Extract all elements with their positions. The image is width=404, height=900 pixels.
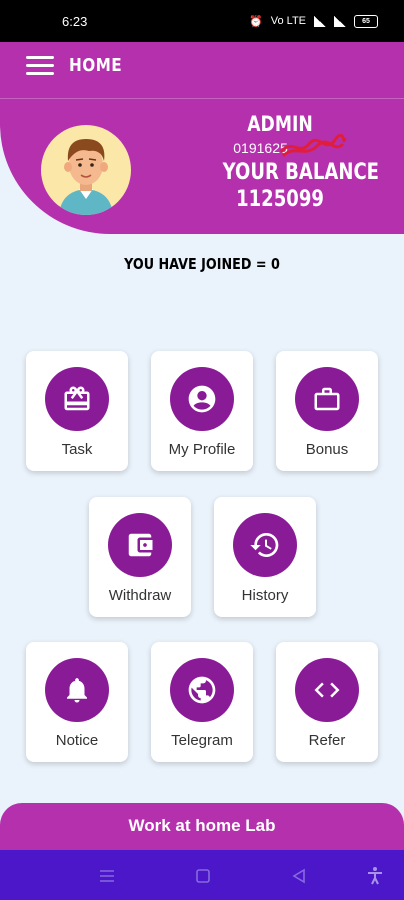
notice-card[interactable]: Notice (26, 642, 128, 762)
recents-menu-icon[interactable] (96, 865, 118, 887)
withdraw-label: Withdraw (108, 587, 172, 604)
telegram-card[interactable]: Telegram (151, 642, 253, 762)
status-time: 6:23 (62, 13, 88, 29)
refer-card[interactable]: Refer (276, 642, 378, 762)
status-icons: ⏰ Vo LTE 65 (249, 14, 378, 28)
profile-card[interactable]: My Profile (151, 351, 253, 471)
account-circle-icon (170, 367, 234, 431)
system-nav-bar (0, 850, 404, 900)
globe-icon (170, 658, 234, 722)
profile-header: HOME ADMIN 019162500000 (0, 42, 404, 234)
redaction-scribble (280, 134, 347, 158)
wallet-icon (108, 513, 172, 577)
profile-label: My Profile (168, 441, 236, 458)
notice-label: Notice (55, 732, 99, 749)
briefcase-icon (295, 367, 359, 431)
gift-icon (45, 367, 109, 431)
app-bar: HOME (0, 42, 404, 94)
back-triangle-icon[interactable] (288, 865, 310, 887)
bell-icon (45, 658, 109, 722)
user-name: ADMIN (247, 112, 313, 136)
header-divider (0, 98, 404, 99)
home-square-icon[interactable] (192, 865, 214, 887)
network-label: Vo LTE (270, 15, 306, 27)
alarm-icon: ⏰ (249, 15, 263, 28)
menu-icon[interactable] (26, 56, 54, 78)
user-info: ADMIN 019162500000 YOUR BALANCE 1125099 (210, 112, 380, 212)
accessibility-icon[interactable] (364, 865, 386, 887)
task-card[interactable]: Task (26, 351, 128, 471)
refer-label: Refer (308, 732, 346, 749)
battery-icon: 65 (354, 14, 378, 28)
avatar[interactable] (41, 125, 131, 215)
signal-icon-2 (334, 15, 346, 27)
bonus-label: Bonus (305, 441, 349, 458)
status-bar: 6:23 ⏰ Vo LTE 65 (0, 0, 404, 42)
telegram-label: Telegram (171, 732, 233, 749)
footer-banner: Work at home Lab (0, 803, 404, 853)
page-title: HOME (69, 55, 123, 76)
signal-icon (314, 15, 326, 27)
withdraw-card[interactable]: Withdraw (89, 497, 191, 617)
joined-count: YOU HAVE JOINED = 0 (124, 255, 280, 273)
bonus-card[interactable]: Bonus (276, 351, 378, 471)
history-label: History (241, 587, 289, 604)
balance-label: YOUR BALANCE (222, 160, 380, 185)
code-icon (295, 658, 359, 722)
history-card[interactable]: History (214, 497, 316, 617)
user-phone: 019162500000 (233, 134, 347, 158)
balance-value: 1125099 (236, 187, 324, 212)
history-icon (233, 513, 297, 577)
task-label: Task (61, 441, 93, 458)
